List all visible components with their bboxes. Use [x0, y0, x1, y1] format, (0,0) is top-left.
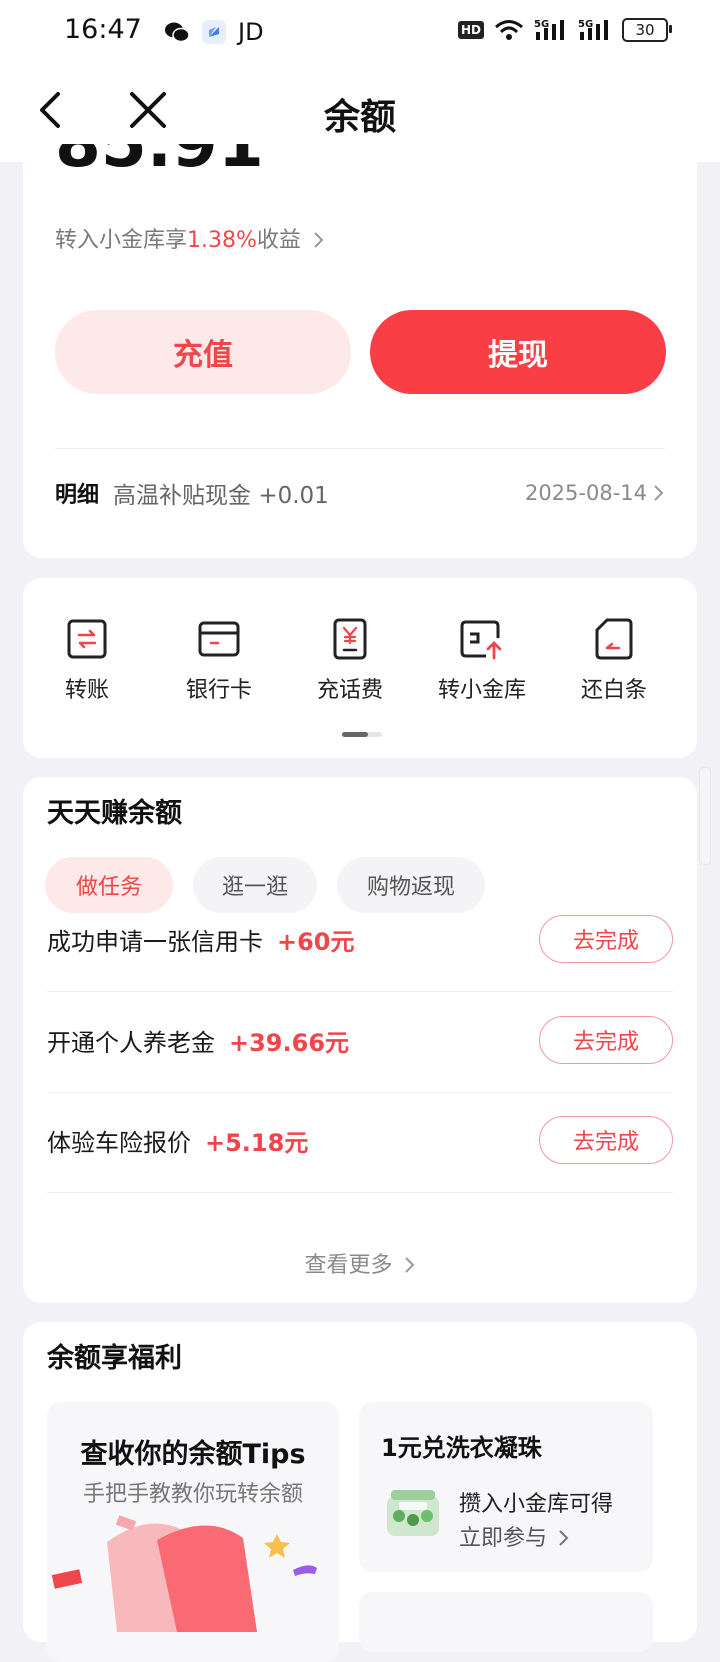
wechat-icon: [165, 22, 190, 43]
pager-indicator: [342, 732, 382, 737]
tool-label: 还白条: [580, 678, 647, 703]
benefit-tile-partial[interactable]: [359, 1592, 653, 1652]
task-row: 成功申请一张信用卡 +60元 去完成: [47, 887, 673, 992]
detail-description: 高温补贴现金 +0.01: [113, 483, 329, 509]
task-name: 体验车险报价: [47, 1128, 191, 1157]
balance-benefits-card: 余额享福利 查收你的余额Tips 手把手教教你玩转余额 1元兑洗衣凝珠 攒入小金…: [23, 1322, 697, 1662]
see-more-label: 查看更多: [304, 1253, 393, 1278]
jd-app-icon: JD: [238, 18, 264, 46]
status-bar: 16:47 JD HD 5G 5G 30: [0, 0, 720, 62]
task-reward: +60元: [277, 927, 355, 956]
phone-recharge-icon: [333, 618, 367, 660]
divider: [55, 448, 665, 449]
tool-label: 转账: [64, 678, 109, 703]
chevron-right-icon: [654, 485, 664, 501]
detail-row[interactable]: 明细 高温补贴现金 +0.01 2025-08-14: [55, 475, 665, 511]
status-app-icons: JD: [164, 18, 264, 46]
detail-label: 明细: [55, 483, 100, 508]
balance-card: 85.91 转入小金库享1.38%收益 充值 提现 明细 高温补贴现金 +0.0…: [23, 144, 697, 558]
withdraw-button[interactable]: 提现: [370, 310, 666, 394]
complete-task-button[interactable]: 去完成: [539, 915, 673, 963]
task-name: 成功申请一张信用卡: [47, 927, 263, 956]
recharge-button[interactable]: 充值: [55, 310, 351, 394]
complete-task-button[interactable]: 去完成: [539, 1016, 673, 1064]
status-indicators: HD 5G 5G 30: [457, 18, 672, 42]
hd-icon: HD: [457, 21, 484, 39]
join-now-link[interactable]: 立即参与: [459, 1520, 570, 1552]
tips-subtitle: 手把手教教你玩转余额: [82, 1482, 303, 1507]
chevron-right-icon: [404, 1257, 414, 1273]
detail-date: 2025-08-14: [524, 481, 647, 505]
tool-phone-recharge[interactable]: 充话费: [300, 618, 400, 704]
battery-level: 30: [635, 21, 655, 39]
complete-task-button[interactable]: 去完成: [539, 1116, 673, 1164]
detail-date-link: 2025-08-14: [525, 481, 665, 505]
section-title: 余额享福利: [47, 1343, 182, 1374]
app-icon: [202, 20, 226, 44]
task-row: 开通个人养老金 +39.66元 去完成: [47, 988, 673, 1093]
wifi-icon: [495, 20, 523, 40]
tool-repay[interactable]: 还白条: [564, 618, 664, 704]
promo-prefix: 转入小金库享: [55, 228, 188, 253]
vault-promo-link[interactable]: 转入小金库享1.38%收益: [55, 222, 326, 254]
tool-bank-card[interactable]: 银行卡: [169, 618, 269, 704]
tips-title: 查收你的余额Tips: [80, 1439, 306, 1470]
tool-label: 转小金库: [437, 678, 526, 703]
tool-label: 充话费: [316, 678, 383, 703]
transfer-icon: [67, 619, 107, 659]
vault-transfer-icon: [460, 620, 502, 660]
pager-active-dot: [342, 732, 368, 737]
status-time: 16:47: [64, 14, 142, 45]
promo-rate: 1.38%: [187, 228, 257, 253]
tool-vault-transfer[interactable]: 转小金库: [432, 618, 532, 704]
laundry-pod-tile[interactable]: 1元兑洗衣凝珠 攒入小金库可得 立即参与: [359, 1402, 653, 1572]
quick-tools-card: 转账 银行卡 充话费 转小金库 还白条: [23, 578, 697, 758]
signal-icon-2: 5G: [578, 19, 608, 40]
task-row: 体验车险报价 +5.18元 去完成: [47, 1088, 673, 1193]
battery-icon: 30: [622, 18, 672, 42]
tips-tile[interactable]: 查收你的余额Tips 手把手教教你玩转余额: [47, 1402, 339, 1662]
laundry-pod-product-image: [387, 1490, 439, 1536]
signal-icon: 5G: [534, 19, 564, 40]
task-name: 开通个人养老金: [47, 1028, 215, 1057]
task-reward: +5.18元: [205, 1128, 309, 1157]
see-more-link[interactable]: 查看更多: [23, 1247, 697, 1279]
gift-illustration: [51, 1515, 317, 1632]
balance-amount: 85.91: [55, 144, 264, 186]
scrollbar[interactable]: [699, 767, 711, 865]
repay-icon: [595, 618, 633, 660]
chevron-right-icon: [559, 1530, 569, 1546]
tool-label: 银行卡: [185, 678, 252, 703]
promo-suffix: 收益: [256, 228, 301, 253]
laundry-pod-description: 攒入小金库可得: [459, 1492, 614, 1517]
page-title: 余额: [323, 97, 396, 138]
task-reward: +39.66元: [229, 1028, 350, 1057]
chevron-right-icon: [314, 232, 324, 248]
bank-card-icon: [198, 621, 240, 657]
join-now-label: 立即参与: [459, 1526, 548, 1551]
tool-transfer[interactable]: 转账: [37, 618, 137, 704]
section-title: 天天赚余额: [47, 798, 182, 829]
daily-earn-card: 天天赚余额 做任务 逛一逛 购物返现 成功申请一张信用卡 +60元 去完成 开通…: [23, 777, 697, 1303]
laundry-pod-title: 1元兑洗衣凝珠: [381, 1434, 542, 1462]
